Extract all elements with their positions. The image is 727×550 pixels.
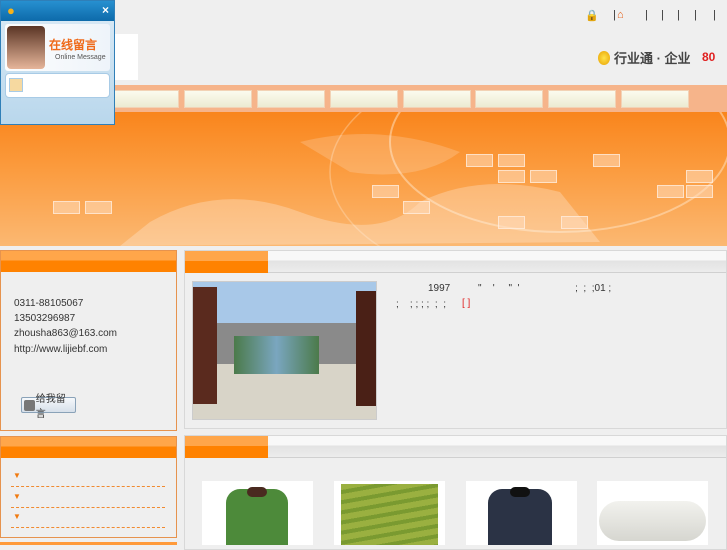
- support-avatar: [7, 26, 45, 69]
- chat-entry[interactable]: [5, 73, 110, 98]
- nav-item[interactable]: [111, 90, 179, 108]
- categories-panel-header: [1, 437, 176, 458]
- about-more-link[interactable]: [ ]: [462, 298, 470, 309]
- world-map-graphic: [120, 112, 727, 246]
- popup-title-cn: 在线留言: [49, 38, 98, 52]
- online-message-banner[interactable]: 在线留言 Online Message: [5, 24, 110, 71]
- popup-title-en: Online Message: [55, 54, 106, 61]
- member-years: 80: [702, 50, 716, 64]
- qq-icon: [9, 78, 23, 92]
- about-text-line1: 1997 " ' " ' ; ; ;01 ;: [428, 283, 612, 294]
- contact-mobile: 13503296987: [14, 313, 76, 324]
- product-image-camouflage[interactable]: [334, 481, 445, 545]
- lock-icon[interactable]: 🔒: [585, 9, 599, 22]
- brand-label: 行业通 · 企业: [614, 51, 691, 66]
- triangle-down-icon: ▼: [13, 471, 21, 480]
- nav-item[interactable]: [330, 90, 398, 108]
- banner: [0, 112, 727, 246]
- products-panel-tab: [185, 436, 268, 458]
- separator: |: [677, 9, 680, 21]
- nav-item[interactable]: [257, 90, 325, 108]
- nav-item[interactable]: [403, 90, 471, 108]
- separator: |: [613, 9, 616, 21]
- message-icon: [24, 399, 35, 411]
- category-item[interactable]: ▼: [11, 490, 165, 508]
- contact-website[interactable]: http://www.lijiebf.com: [14, 344, 107, 355]
- contact-panel-header: [1, 251, 176, 272]
- product-image-green-coat[interactable]: [202, 481, 313, 545]
- separator: |: [661, 9, 664, 21]
- category-item[interactable]: ▼: [11, 510, 165, 528]
- separator: |: [713, 9, 716, 21]
- category-item[interactable]: ▼: [11, 469, 165, 487]
- mascot-icon: ●: [7, 3, 15, 18]
- leave-message-button[interactable]: 给我留言: [21, 394, 76, 420]
- close-icon[interactable]: ×: [102, 3, 109, 17]
- brand-badge[interactable]: 行业通 · 企业: [598, 48, 691, 67]
- company-photo: [192, 281, 377, 420]
- medal-icon: [598, 50, 610, 65]
- online-message-popup: ● × 在线留言 Online Message: [0, 0, 115, 125]
- product-image-cotton[interactable]: [597, 481, 708, 545]
- contact-phone: 0311-88105067: [14, 298, 84, 309]
- nav-item[interactable]: [184, 90, 252, 108]
- triangle-down-icon: ▼: [13, 512, 21, 521]
- product-image-dark-coat[interactable]: [466, 481, 577, 545]
- nav-item[interactable]: [621, 90, 689, 108]
- leave-message-label: 给我留言: [35, 394, 66, 420]
- about-text-line2: ; ; ; ; ; ; ;: [396, 299, 447, 310]
- separator: |: [645, 9, 648, 21]
- home-icon[interactable]: ⌂: [617, 9, 624, 21]
- separator: |: [694, 9, 697, 21]
- about-panel-tab: [185, 251, 268, 273]
- triangle-down-icon: ▼: [13, 492, 21, 501]
- nav-item[interactable]: [548, 90, 616, 108]
- nav-item[interactable]: [475, 90, 543, 108]
- contact-email[interactable]: zhousha863@163.com: [14, 328, 117, 339]
